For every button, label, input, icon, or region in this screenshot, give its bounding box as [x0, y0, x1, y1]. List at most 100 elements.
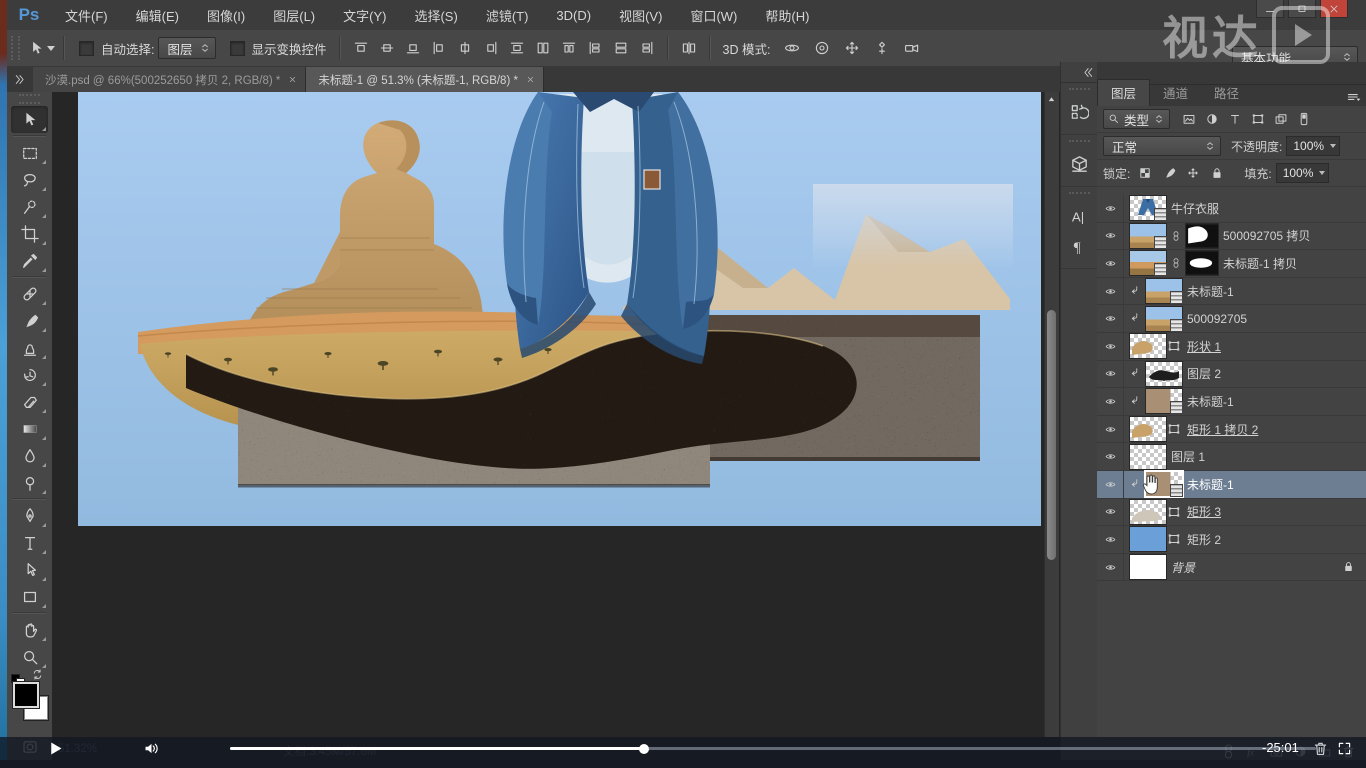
document-tab-1[interactable]: 未标题-1 @ 51.3% (未标题-1, RGB/8) * [306, 67, 544, 92]
visibility-eye-icon[interactable] [1097, 526, 1124, 553]
move-tool[interactable] [11, 106, 48, 133]
layer-name[interactable]: 背景 [1171, 559, 1338, 576]
layer-row-8[interactable]: 矩形 1 拷贝 2 [1097, 416, 1366, 444]
opacity-field[interactable]: 100% [1286, 136, 1340, 156]
dist-right-edges-button[interactable] [635, 38, 659, 58]
paragraph-panel-icon[interactable]: ¶ [1066, 232, 1094, 260]
layer-thumbnail[interactable] [1129, 499, 1167, 525]
3d-slide-button[interactable] [870, 38, 894, 58]
layer-thumbnail[interactable] [1145, 306, 1183, 332]
character-panel-icon[interactable]: A| [1066, 202, 1094, 230]
lasso-tool[interactable] [11, 166, 48, 193]
chevron-left-icon[interactable] [1061, 62, 1098, 83]
visibility-eye-icon[interactable] [1097, 333, 1124, 360]
layer-thumbnail[interactable] [1144, 470, 1184, 498]
play-button[interactable] [47, 740, 64, 757]
tab-layers[interactable]: 图层 [1097, 79, 1150, 106]
blur-tool[interactable] [11, 442, 48, 469]
gradient-tool[interactable] [11, 415, 48, 442]
pick-adjust-icon[interactable] [1201, 110, 1223, 128]
layer-thumbnail[interactable] [1129, 333, 1167, 359]
layer-row-7[interactable]: 未标题-1 [1097, 388, 1366, 416]
layer-thumbnail[interactable] [1145, 361, 1183, 387]
tab-channels[interactable]: 通道 [1150, 80, 1201, 106]
close-icon[interactable] [526, 75, 535, 84]
layer-row-5[interactable]: 形状 1 [1097, 333, 1366, 361]
pick-toggle-icon[interactable] [1293, 110, 1315, 128]
dist-bottom-edges-button[interactable] [557, 38, 581, 58]
menu-item-5[interactable]: 选择(S) [400, 0, 471, 30]
foreground-color-swatch[interactable] [13, 682, 39, 708]
layer-row-0[interactable]: 牛仔衣服 [1097, 195, 1366, 223]
layer-row-10[interactable]: 未标题-1 [1097, 471, 1366, 499]
layer-thumbnail[interactable] [1129, 526, 1167, 552]
align-vertical-centers-button[interactable] [375, 38, 399, 58]
close-button[interactable] [1320, 0, 1348, 18]
menu-item-0[interactable]: 文件(F) [51, 0, 122, 30]
menu-item-8[interactable]: 视图(V) [605, 0, 676, 30]
dist-vertical-centers-button[interactable] [531, 38, 555, 58]
scrollbar-thumb[interactable] [1047, 310, 1056, 560]
dist-top-edges-button[interactable] [505, 38, 529, 58]
rect-tool[interactable] [11, 583, 48, 610]
distribute-widths-button[interactable] [677, 38, 701, 58]
lock-lock-icon[interactable] [1206, 164, 1228, 182]
brush-tool[interactable] [11, 307, 48, 334]
3d-orbit-button[interactable] [780, 38, 804, 58]
layer-row-1[interactable]: 500092705 拷贝 [1097, 223, 1366, 251]
eraser-tool[interactable] [11, 388, 48, 415]
layer-mask-thumbnail[interactable] [1185, 250, 1219, 276]
layer-row-12[interactable]: 矩形 2 [1097, 526, 1366, 554]
layer-name[interactable]: 牛仔衣服 [1171, 200, 1366, 217]
progress-knob[interactable] [639, 744, 649, 754]
canvas[interactable] [78, 92, 1041, 526]
menu-item-7[interactable]: 3D(D) [542, 0, 605, 30]
chevron-right-icon[interactable] [7, 66, 33, 92]
layer-row-2[interactable]: 未标题-1 拷贝 [1097, 250, 1366, 278]
stamp-tool[interactable] [11, 334, 48, 361]
dist-horizontal-centers-button[interactable] [609, 38, 633, 58]
menu-item-9[interactable]: 窗口(W) [676, 0, 751, 30]
menu-item-1[interactable]: 编辑(E) [122, 0, 193, 30]
menu-item-6[interactable]: 滤镜(T) [472, 0, 543, 30]
layer-name[interactable]: 未标题-1 [1187, 283, 1366, 300]
document-tab-0[interactable]: 沙漠.psd @ 66%(500252650 拷贝 2, RGB/8) * [33, 67, 306, 92]
3d-pan-button[interactable] [840, 38, 864, 58]
maximize-button[interactable] [1288, 0, 1316, 18]
layer-row-6[interactable]: 图层 2 [1097, 361, 1366, 389]
menu-item-2[interactable]: 图像(I) [193, 0, 259, 30]
tab-paths[interactable]: 路径 [1201, 80, 1252, 106]
align-bottom-edges-button[interactable] [401, 38, 425, 58]
layer-name[interactable]: 未标题-1 [1187, 476, 1366, 493]
pick-image-icon[interactable] [1178, 110, 1200, 128]
marquee-tool[interactable] [11, 139, 48, 166]
menu-item-4[interactable]: 文字(Y) [329, 0, 400, 30]
filter-type-dropdown[interactable]: 类型 [1103, 109, 1170, 129]
layer-thumbnail[interactable] [1145, 388, 1183, 414]
dodge-tool[interactable] [11, 469, 48, 496]
align-horizontal-centers-button[interactable] [453, 38, 477, 58]
layer-thumbnail[interactable] [1129, 250, 1167, 276]
lock-transparent-icon[interactable] [1134, 164, 1156, 182]
eyedropper-tool[interactable] [11, 247, 48, 274]
zoom-tool[interactable] [11, 643, 48, 670]
visibility-eye-icon[interactable] [1097, 223, 1124, 250]
layer-row-4[interactable]: 500092705 [1097, 305, 1366, 333]
healing-tool[interactable] [11, 280, 48, 307]
volume-icon[interactable] [143, 740, 160, 757]
auto-select-checkbox[interactable] [79, 41, 94, 56]
layer-name[interactable]: 矩形 2 [1187, 531, 1366, 548]
visibility-eye-icon[interactable] [1097, 388, 1124, 415]
default-colors-icon[interactable] [11, 670, 25, 682]
history-brush-tool[interactable] [11, 361, 48, 388]
layer-name[interactable]: 图层 2 [1187, 365, 1366, 382]
crop-tool[interactable] [11, 220, 48, 247]
fill-field[interactable]: 100% [1276, 163, 1330, 183]
visibility-eye-icon[interactable] [1097, 443, 1124, 470]
layer-thumbnail[interactable] [1129, 554, 1167, 580]
3d-panel-icon[interactable] [1066, 150, 1094, 178]
close-icon[interactable] [288, 75, 297, 84]
minimize-button[interactable] [1256, 0, 1284, 18]
hand-tool[interactable] [11, 616, 48, 643]
visibility-eye-icon[interactable] [1097, 471, 1124, 498]
